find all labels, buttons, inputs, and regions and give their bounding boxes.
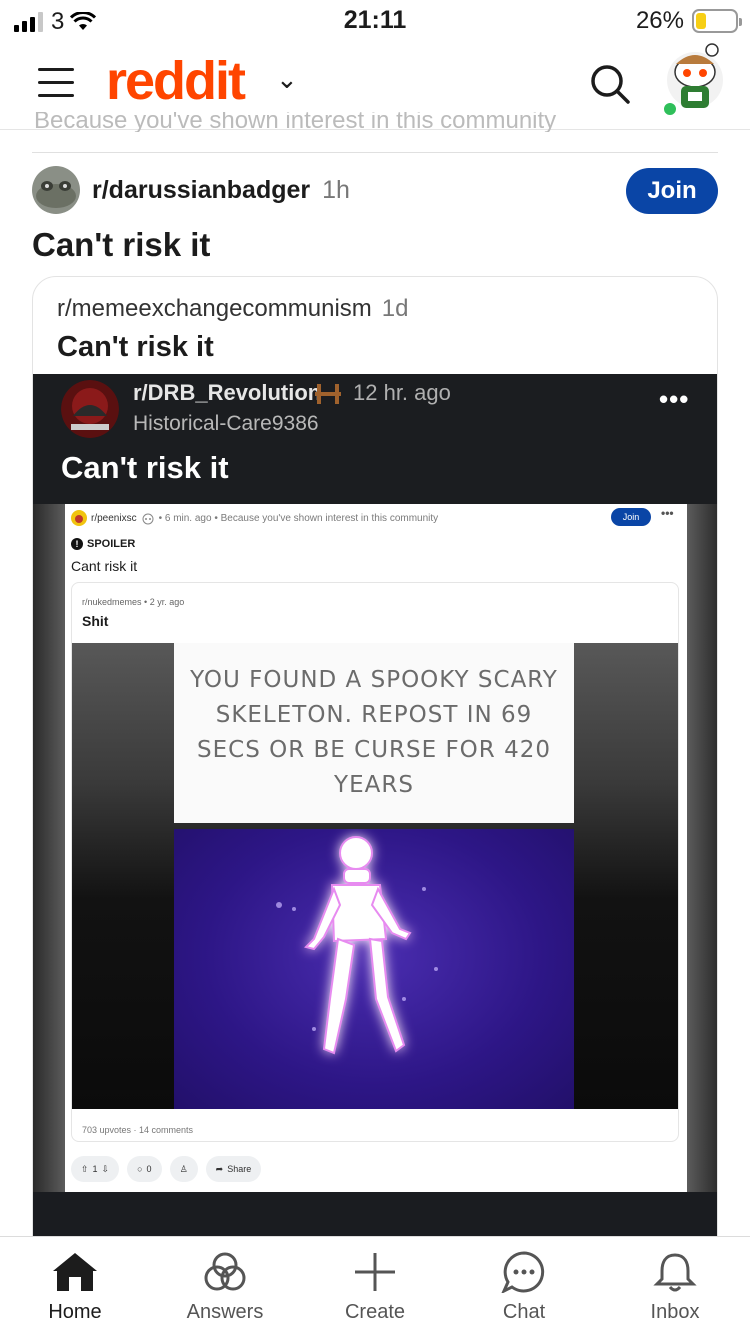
inner-vote-pill: ⇧ 1 ⇩	[71, 1156, 120, 1182]
inner-snoo-icon	[142, 513, 154, 525]
inner-share-pill: ➦ Share	[205, 1156, 262, 1182]
inner-comment-count: 0	[146, 1164, 152, 1174]
plus-icon	[355, 1253, 395, 1291]
image-more-icon: •••	[659, 384, 690, 414]
subreddit-name[interactable]: r/darussianbadger 1h	[92, 176, 350, 205]
image-user: Historical-Care9386	[133, 412, 319, 435]
chat-icon	[501, 1251, 545, 1293]
inner-subreddit: r/peenixsc	[91, 512, 137, 524]
menu-icon[interactable]	[38, 68, 74, 98]
bottom-navigation: Home Answers Create Chat Inbox	[0, 1236, 750, 1334]
subreddit-icon[interactable]	[32, 166, 80, 214]
inner-card: r/nukedmemes • 2 yr. ago Shit YOU FOUND …	[71, 582, 679, 1142]
award-bench-icon	[315, 384, 341, 404]
nav-answers[interactable]: Answers	[165, 1251, 285, 1324]
inner-action-bar: ⇧ 1 ⇩ ○ 0 ♙ ➦ Share	[71, 1156, 262, 1182]
downvote-icon: ⇩	[101, 1163, 110, 1174]
inner-card-stats: 703 upvotes · 14 comments	[82, 1125, 194, 1135]
battery-group: 26%	[635, 7, 742, 35]
share-icon: ➦	[215, 1163, 224, 1174]
battery-icon	[692, 9, 742, 33]
crosspost-card[interactable]: r/memeexchangecommunism 1d Can't risk it …	[32, 276, 718, 1276]
crosspost-subreddit[interactable]: r/memeexchangecommunism 1d	[57, 295, 408, 323]
battery-percent: 26%	[635, 7, 684, 34]
crosspost-title[interactable]: Can't risk it	[57, 331, 214, 364]
inner-card-subreddit: r/nukedmemes • 2 yr. ago	[82, 597, 185, 607]
inner-card-title: Shit	[82, 613, 109, 629]
join-button[interactable]: Join	[626, 168, 718, 214]
search-icon[interactable]	[588, 62, 634, 108]
image-subreddit: r/DRB_Revolution	[133, 380, 322, 405]
reddit-logo[interactable]: reddit	[106, 50, 246, 112]
post-image[interactable]: r/DRB_Revolution 12 hr. ago Historical-C…	[33, 374, 717, 1275]
nav-inbox[interactable]: Inbox	[615, 1251, 735, 1324]
post-title[interactable]: Can't risk it	[32, 226, 210, 264]
inner-award-pill: ♙	[169, 1156, 198, 1182]
inner-title: Cant risk it	[71, 558, 138, 574]
inner-vote-count: 1	[92, 1164, 98, 1174]
upvote-icon: ⇧	[81, 1163, 89, 1174]
nav-create-label: Create	[344, 1301, 406, 1323]
post-header: r/darussianbadger 1h Join	[32, 166, 718, 216]
comment-icon: ○	[137, 1164, 143, 1174]
nav-answers-label: Answers	[186, 1301, 264, 1323]
skeleton-panel	[174, 829, 574, 1109]
inner-more-icon: •••	[661, 506, 674, 520]
inner-screenshot: r/peenixsc • 6 min. ago • Because you've…	[65, 504, 687, 1192]
image-title: Can't risk it	[61, 450, 229, 485]
user-avatar[interactable]	[662, 42, 728, 122]
bell-icon	[653, 1253, 697, 1292]
inner-subreddit-icon	[71, 510, 87, 526]
answers-icon	[204, 1252, 246, 1291]
nav-home-label: Home	[48, 1301, 102, 1323]
home-icon	[53, 1253, 97, 1291]
award-icon: ♙	[179, 1163, 188, 1174]
chevron-down-icon[interactable]: ⌄	[276, 64, 298, 95]
meme-caption: YOU FOUND A SPOOKY SCARY SKELETON. REPOS…	[190, 667, 558, 798]
inner-comment-pill: ○ 0	[127, 1156, 162, 1182]
meme-image: YOU FOUND A SPOOKY SCARY SKELETON. REPOS…	[72, 643, 678, 1109]
nav-chat[interactable]: Chat	[464, 1251, 584, 1324]
status-bar: 3 21:11 26%	[0, 0, 750, 42]
nav-create[interactable]: Create	[315, 1251, 435, 1324]
meme-caption-box: YOU FOUND A SPOOKY SCARY SKELETON. REPOS…	[174, 643, 574, 823]
crosspost-age: 1d	[381, 295, 409, 322]
recommendation-text: Because you've shown interest in this co…	[34, 112, 557, 132]
inner-join-button: Join	[611, 508, 651, 526]
spoiler-label: SPOILER	[87, 538, 136, 550]
spoiler-icon: !	[71, 538, 83, 550]
post-age: 1h	[322, 176, 350, 204]
inner-header: r/peenixsc • 6 min. ago • Because you've…	[71, 510, 438, 526]
inner-meta: • 6 min. ago • Because you've shown inte…	[158, 512, 439, 524]
nav-inbox-label: Inbox	[650, 1301, 700, 1323]
skeleton-figure	[276, 836, 438, 1055]
spoiler-tag: ! SPOILER	[71, 538, 135, 550]
nav-chat-label: Chat	[502, 1301, 546, 1323]
nav-home[interactable]: Home	[15, 1251, 135, 1324]
feed-divider	[32, 152, 718, 153]
inner-share-label: Share	[227, 1164, 252, 1174]
image-time: 12 hr. ago	[353, 380, 451, 405]
drb-revolution-icon	[61, 380, 119, 438]
